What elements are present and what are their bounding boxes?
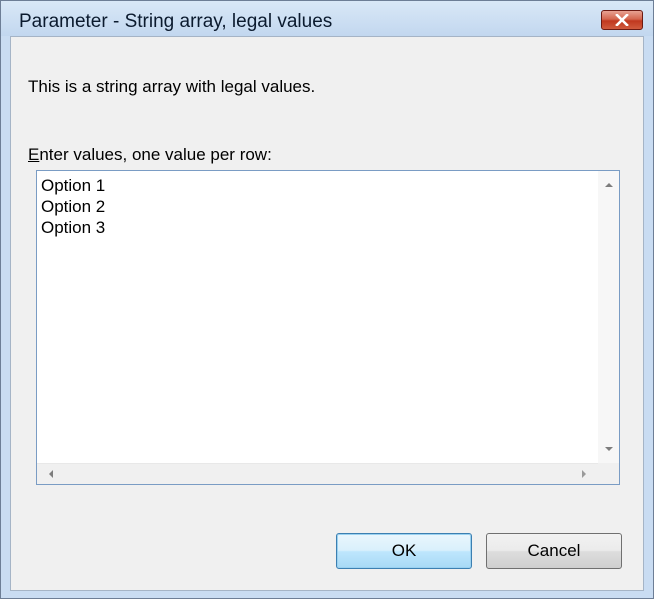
ok-button[interactable]: OK (336, 533, 472, 569)
value-row[interactable]: Option 3 (41, 217, 105, 238)
values-field-label: Enter values, one value per row: (28, 145, 272, 165)
value-row[interactable]: Option 2 (41, 196, 105, 217)
scroll-down-icon[interactable] (601, 441, 617, 457)
scroll-left-icon[interactable] (43, 466, 59, 482)
label-text: nter values, one value per row: (39, 145, 272, 164)
values-list: Option 1 Option 2 Option 3 (41, 175, 105, 238)
dialog-body: This is a string array with legal values… (10, 36, 644, 591)
horizontal-scrollbar[interactable] (37, 463, 598, 484)
description-text: This is a string array with legal values… (28, 77, 316, 96)
vertical-scrollbar[interactable] (598, 171, 619, 463)
scroll-up-icon[interactable] (601, 177, 617, 193)
label-mnemonic: E (28, 145, 40, 164)
title-bar[interactable]: Parameter - String array, legal values (1, 1, 653, 36)
window-title: Parameter - String array, legal values (19, 11, 333, 32)
close-icon (615, 14, 629, 26)
scroll-corner (598, 463, 619, 484)
dialog-window: Parameter - String array, legal values T… (0, 0, 654, 599)
value-row[interactable]: Option 1 (41, 175, 105, 196)
cancel-button[interactable]: Cancel (486, 533, 622, 569)
close-button[interactable] (601, 10, 643, 30)
scroll-right-icon[interactable] (576, 466, 592, 482)
values-textarea[interactable]: Option 1 Option 2 Option 3 (36, 170, 620, 485)
